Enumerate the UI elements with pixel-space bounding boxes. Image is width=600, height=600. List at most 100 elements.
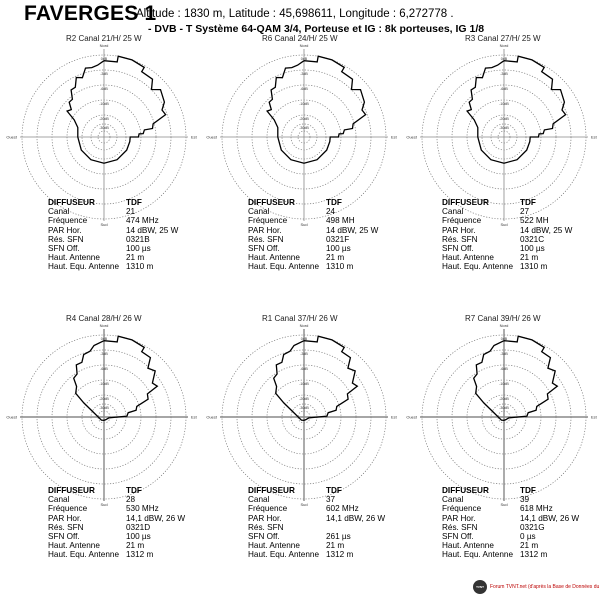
info-label: SFN Off. xyxy=(48,532,80,542)
ring-label: -6dB xyxy=(300,87,308,91)
info-row-par: PAR Hor. 14 dBW, 25 W xyxy=(442,226,572,235)
direction-label-nord: Nord xyxy=(300,43,309,48)
info-label: Haut. Antenne xyxy=(48,253,100,263)
info-row-hautequ: Haut. Equ. Antenne 1310 m xyxy=(48,262,178,271)
transmitter-info: DIFFUSEUR TDF Canal 39 Fréquence 618 MHz PAR H… xyxy=(442,486,579,560)
info-label: Haut. Equ. Antenne xyxy=(442,550,514,560)
ring-label: -10dB xyxy=(299,102,309,106)
info-label: SFN Off. xyxy=(442,532,474,542)
antenna-panel: R2 Canal 21/H/ 25 W 0dB -3dB -6dB -10dB -20dB… xyxy=(0,34,200,314)
info-row-canal: Canal 24 xyxy=(248,207,378,216)
info-value: 100 µs xyxy=(126,244,151,254)
transmitter-info: DIFFUSEUR TDF Canal 28 Fréquence 530 MHz PAR H… xyxy=(48,486,185,560)
direction-label-est: Est xyxy=(391,415,398,420)
info-row-frequence: Fréquence 498 MH xyxy=(248,216,378,225)
ring-label: -3dB xyxy=(300,352,308,356)
info-row-canal: Canal 39 xyxy=(442,495,579,504)
info-row-hautequ: Haut. Equ. Antenne 1312 m xyxy=(442,550,579,559)
info-value: 21 m xyxy=(520,253,539,263)
info-value: 0321F xyxy=(326,234,350,244)
info-label: Fréquence xyxy=(248,504,288,514)
polar-diagram: 0dB-3dB-6dB-10dB-20dB-30dBNordEstSudOues… xyxy=(6,323,197,507)
info-row-sfn: SFN Off. 261 µs xyxy=(248,532,385,541)
info-value: 0321D xyxy=(126,522,151,532)
direction-label-est: Est xyxy=(191,135,198,140)
ring-label: -6dB xyxy=(100,87,108,91)
radiation-pattern xyxy=(266,55,367,164)
info-row-diffuseur: DIFFUSEUR TDF xyxy=(248,198,378,207)
polar-diagram: 0dB-3dB-6dB-10dB-20dB-30dBNordEstSudOues… xyxy=(206,323,398,507)
info-row-hautequ: Haut. Equ. Antenne 1312 m xyxy=(48,550,185,559)
info-value: 37 xyxy=(326,495,336,505)
ring-label: -30dB xyxy=(499,126,509,130)
polar-diagram: 0dB-3dB-6dB-10dB-20dB-30dBNordEstSudOues… xyxy=(406,323,598,507)
transmitter-info: DIFFUSEUR TDF Canal 24 Fréquence 498 MH PAR Ho… xyxy=(248,198,378,272)
info-row-hautequ: Haut. Equ. Antenne 1310 m xyxy=(248,262,378,271)
transmitter-info: DIFFUSEUR TDF Canal 21 Fréquence 474 MHz PAR H… xyxy=(48,198,178,272)
info-label: PAR Hor. xyxy=(248,225,282,235)
info-value: 100 µs xyxy=(126,532,151,542)
info-row-canal: Canal 37 xyxy=(248,495,385,504)
info-label: Haut. Antenne xyxy=(442,541,494,551)
direction-label-est: Est xyxy=(591,135,598,140)
info-value: 27 xyxy=(520,207,530,217)
radiation-pattern xyxy=(472,335,559,421)
info-value: 14,1 dBW, 26 W xyxy=(326,513,386,523)
ring-label: -3dB xyxy=(100,352,108,356)
antenna-panel: R7 Canal 39/H/ 26 W 0dB -3dB -6dB -10dB -20dB… xyxy=(400,314,600,594)
info-value: 522 MH xyxy=(520,216,549,226)
info-row-par: PAR Hor. 14 dBW, 25 W xyxy=(48,226,178,235)
info-value: 0 µs xyxy=(520,532,536,542)
info-label: Haut. Equ. Antenne xyxy=(48,262,120,272)
ring-label: -20dB xyxy=(299,397,309,401)
info-row-haut: Haut. Antenne 21 m xyxy=(48,253,178,262)
info-row-haut: Haut. Antenne 21 m xyxy=(248,253,378,262)
info-label: Haut. Equ. Antenne xyxy=(248,550,320,560)
info-value: 24 xyxy=(326,207,336,217)
info-value: 1310 m xyxy=(520,262,548,272)
info-value: 618 MHz xyxy=(520,504,553,514)
info-value: 21 xyxy=(126,207,136,217)
transmitter-info: DIFFUSEUR TDF Canal 27 Fréquence 522 MH PAR Ho… xyxy=(442,198,572,272)
radiation-pattern xyxy=(272,335,359,421)
info-value: 530 MHz xyxy=(126,504,159,514)
info-value: 1312 m xyxy=(520,550,548,560)
info-row-haut: Haut. Antenne 21 m xyxy=(442,253,572,262)
info-label: DIFFUSEUR xyxy=(48,486,95,495)
info-value: TDF xyxy=(520,486,536,495)
info-label: Canal xyxy=(442,207,464,217)
info-row-canal: Canal 27 xyxy=(442,207,572,216)
ring-label: -10dB xyxy=(99,382,109,386)
info-value: 498 MH xyxy=(326,216,355,226)
ring-label: -6dB xyxy=(500,367,508,371)
info-row-sfn: SFN Off. 100 µs xyxy=(248,244,378,253)
transmitter-info: DIFFUSEUR TDF Canal 37 Fréquence 602 MHz PAR H… xyxy=(248,486,385,560)
ring-label: -30dB xyxy=(99,406,109,410)
direction-label-nord: Nord xyxy=(300,323,309,328)
info-row-res: Rés. SFN xyxy=(248,523,385,532)
info-label: Haut. Equ. Antenne xyxy=(48,550,120,560)
info-label: Rés. SFN xyxy=(442,234,478,244)
info-label: Fréquence xyxy=(442,216,482,226)
info-row-par: PAR Hor. 14 dBW, 25 W xyxy=(248,226,378,235)
info-row-frequence: Fréquence 618 MHz xyxy=(442,504,579,513)
info-value: 39 xyxy=(520,495,530,505)
info-row-hautequ: Haut. Equ. Antenne 1310 m xyxy=(442,262,572,271)
info-row-haut: Haut. Antenne 21 m xyxy=(48,541,185,550)
info-label: Rés. SFN xyxy=(248,522,284,532)
info-label: Canal xyxy=(48,495,70,505)
info-label: SFN Off. xyxy=(248,532,280,542)
info-row-res: Rés. SFN 0321B xyxy=(48,235,178,244)
location-info: Altitude : 1830 m, Latitude : 45,698611,… xyxy=(136,8,454,20)
info-row-diffuseur: DIFFUSEUR TDF xyxy=(442,198,572,207)
info-row-par: PAR Hor. 14,1 dBW, 26 W xyxy=(48,514,185,523)
ring-label: -10dB xyxy=(499,382,509,386)
info-value: 1312 m xyxy=(126,550,154,560)
info-label: DIFFUSEUR xyxy=(442,198,489,207)
direction-label-est: Est xyxy=(591,415,598,420)
info-label: Fréquence xyxy=(248,216,288,226)
direction-label-nord: Nord xyxy=(100,43,109,48)
info-value: 0321C xyxy=(520,234,545,244)
info-label: Haut. Equ. Antenne xyxy=(248,262,320,272)
direction-label-nord: Nord xyxy=(100,323,109,328)
